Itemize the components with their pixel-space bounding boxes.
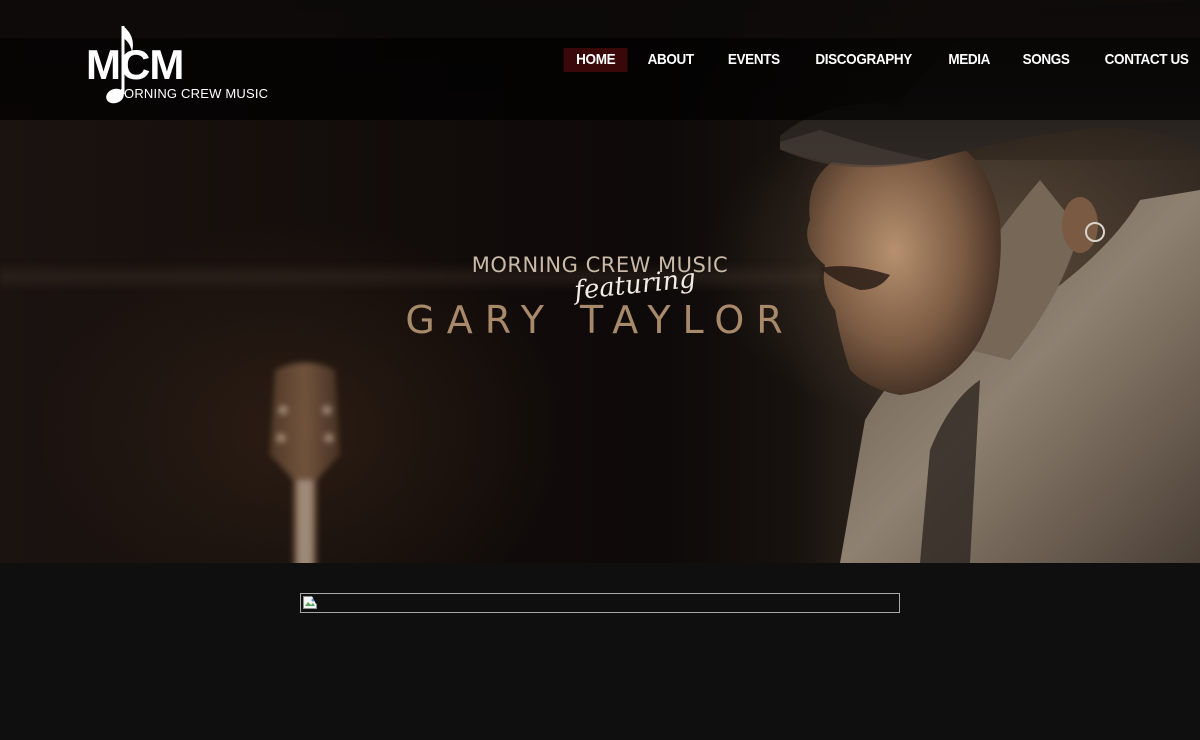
broken-image-placeholder (300, 593, 900, 613)
hero-artist-name: GARY TAYLOR (405, 298, 795, 342)
logo-letters: MCM (86, 41, 184, 88)
nav-media[interactable]: MEDIA (935, 48, 1002, 72)
header-bar: MCM MORNING CREW MUSIC HOME ABOUT EVENTS… (0, 0, 1200, 120)
nav-events[interactable]: EVENTS (715, 48, 792, 72)
nav-contact-us[interactable]: CONTACT US (1092, 48, 1200, 72)
nav-about[interactable]: ABOUT (635, 48, 706, 72)
nav-songs[interactable]: SONGS (1010, 48, 1082, 72)
nav-home[interactable]: HOME (563, 48, 628, 72)
hero-title: MORNING CREW MUSIC featuring GARY TAYLOR (380, 250, 820, 342)
logo-subtitle: MORNING CREW MUSIC (113, 86, 269, 101)
broken-image-icon (303, 596, 319, 609)
guitar-image (270, 362, 340, 563)
nav-discography[interactable]: DISCOGRAPHY (803, 48, 925, 72)
main-nav: HOME ABOUT EVENTS DISCOGRAPHY MEDIA SONG… (560, 48, 1200, 72)
site-logo[interactable]: MCM MORNING CREW MUSIC (86, 22, 269, 112)
main-content (0, 563, 1200, 740)
page: MORNING CREW MUSIC featuring GARY TAYLOR… (0, 0, 1200, 740)
